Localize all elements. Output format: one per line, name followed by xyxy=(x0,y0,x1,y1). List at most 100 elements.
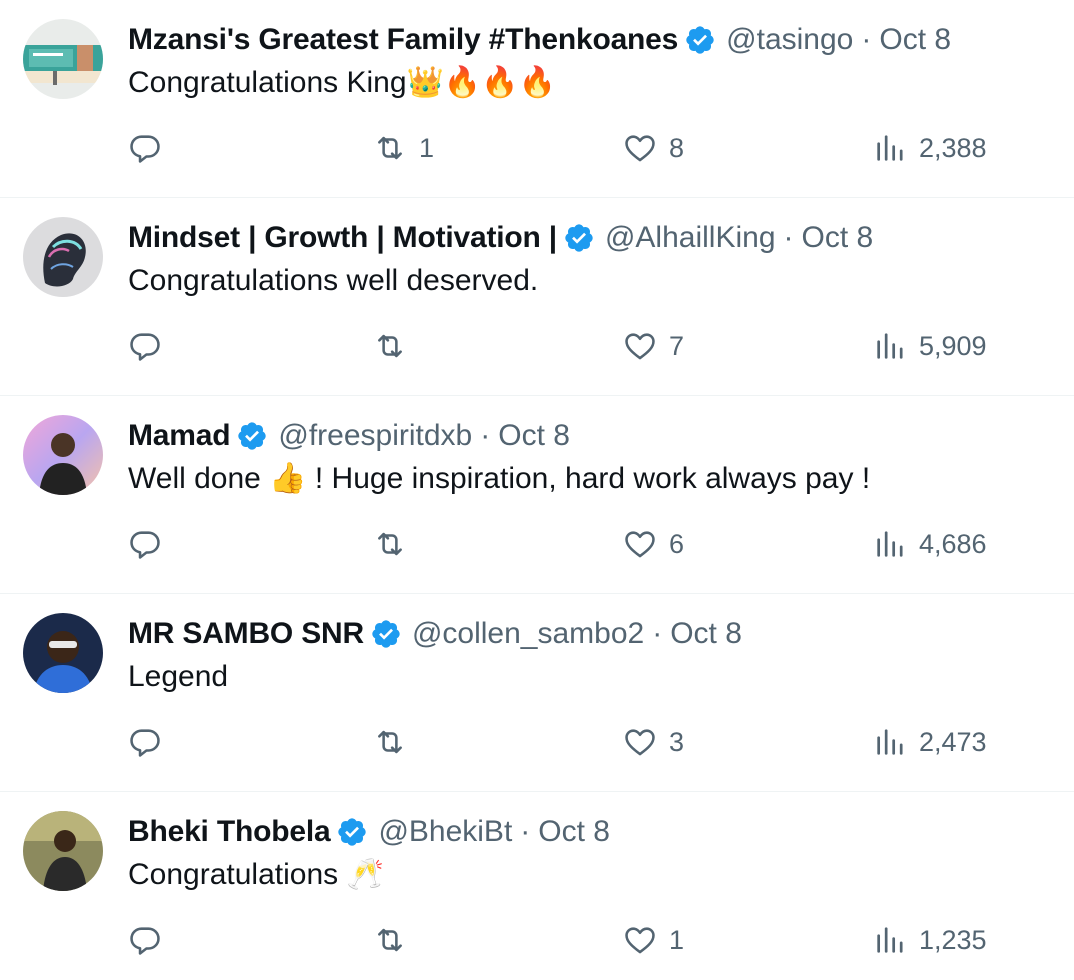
heart-icon xyxy=(623,527,657,561)
like-button[interactable]: 1 xyxy=(623,920,684,960)
reply-button[interactable] xyxy=(128,920,162,960)
tweet-header: Mindset | Growth | Motivation | @Alhaill… xyxy=(128,218,873,258)
retweet-icon xyxy=(373,131,407,165)
retweet-button[interactable] xyxy=(373,524,419,564)
separator-dot: · xyxy=(861,23,872,56)
action-bar: 1 1,235 xyxy=(128,920,1008,960)
retweet-button[interactable] xyxy=(373,722,419,762)
display-name[interactable]: Mzansi's Greatest Family #Thenkoanes xyxy=(128,23,678,57)
tweet-text: Congratulations 🥂 xyxy=(128,858,384,891)
avatar[interactable] xyxy=(23,613,103,693)
reply-icon xyxy=(128,329,162,363)
user-handle[interactable]: @freespiritdxb xyxy=(278,419,472,453)
tweet[interactable]: Bheki Thobela @BhekiBt · Oct 8 Congratul… xyxy=(0,792,1074,980)
tweet-date[interactable]: Oct 8 xyxy=(498,419,570,453)
views-chart-icon xyxy=(873,923,907,957)
retweet-count: 1 xyxy=(419,132,435,163)
tweet-header: MR SAMBO SNR @collen_sambo2 · Oct 8 xyxy=(128,614,742,654)
user-handle[interactable]: @collen_sambo2 xyxy=(412,617,644,651)
tweet[interactable]: MR SAMBO SNR @collen_sambo2 · Oct 8 Lege… xyxy=(0,594,1074,792)
tweet-text: Legend xyxy=(128,660,229,693)
tweet[interactable]: Mindset | Growth | Motivation | @Alhaill… xyxy=(0,198,1074,396)
heart-icon xyxy=(623,923,657,957)
retweet-button[interactable]: 1 xyxy=(373,128,434,168)
verified-badge-icon xyxy=(684,24,716,56)
action-bar: 3 2,473 xyxy=(128,722,1008,762)
display-name[interactable]: Mamad xyxy=(128,419,231,453)
display-name[interactable]: Bheki Thobela xyxy=(128,815,331,849)
heart-icon xyxy=(623,725,657,759)
tweet[interactable]: Mzansi's Greatest Family #Thenkoanes @ta… xyxy=(0,0,1074,198)
verified-badge-icon xyxy=(236,420,268,452)
views-count: 2,473 xyxy=(919,726,987,757)
separator-dot: · xyxy=(652,617,663,650)
tweet-date[interactable]: Oct 8 xyxy=(538,815,610,849)
views-count: 5,909 xyxy=(919,330,987,361)
action-bar: 6 4,686 xyxy=(128,524,1008,564)
like-button[interactable]: 6 xyxy=(623,524,684,564)
reply-button[interactable] xyxy=(128,326,162,366)
reply-button[interactable] xyxy=(128,128,162,168)
verified-badge-icon xyxy=(563,222,595,254)
views-button[interactable]: 4,686 xyxy=(873,524,987,564)
views-button[interactable]: 1,235 xyxy=(873,920,987,960)
tweet-text: Well done 👍 ! Huge inspiration, hard wor… xyxy=(128,462,871,495)
reply-icon xyxy=(128,131,162,165)
avatar[interactable] xyxy=(23,19,103,99)
reply-button[interactable] xyxy=(128,524,162,564)
views-chart-icon xyxy=(873,329,907,363)
avatar[interactable] xyxy=(23,415,103,495)
tweet-text: Congratulations King👑🔥🔥🔥 xyxy=(128,66,556,99)
replies-feed: Mzansi's Greatest Family #Thenkoanes @ta… xyxy=(0,0,1074,980)
retweet-icon xyxy=(373,923,407,957)
like-count: 1 xyxy=(669,924,685,955)
verified-badge-icon xyxy=(370,618,402,650)
reply-icon xyxy=(128,923,162,957)
display-name[interactable]: Mindset | Growth | Motivation | xyxy=(128,221,557,255)
user-handle[interactable]: @AlhaillKing xyxy=(605,221,776,255)
tweet[interactable]: Mamad @freespiritdxb · Oct 8 Well done 👍… xyxy=(0,396,1074,594)
heart-icon xyxy=(623,329,657,363)
user-handle[interactable]: @BhekiBt xyxy=(378,815,512,849)
reply-icon xyxy=(128,527,162,561)
tweet-header: Bheki Thobela @BhekiBt · Oct 8 xyxy=(128,812,610,852)
retweet-icon xyxy=(373,725,407,759)
views-chart-icon xyxy=(873,131,907,165)
retweet-button[interactable] xyxy=(373,920,419,960)
separator-dot: · xyxy=(783,221,794,254)
action-bar: 1 8 2,388 xyxy=(128,128,1008,168)
views-count: 1,235 xyxy=(919,924,987,955)
views-count: 4,686 xyxy=(919,528,987,559)
retweet-button[interactable] xyxy=(373,326,419,366)
retweet-icon xyxy=(373,329,407,363)
avatar[interactable] xyxy=(23,811,103,891)
like-count: 8 xyxy=(669,132,685,163)
tweet-header: Mzansi's Greatest Family #Thenkoanes @ta… xyxy=(128,20,951,60)
like-count: 3 xyxy=(669,726,685,757)
heart-icon xyxy=(623,131,657,165)
views-button[interactable]: 2,388 xyxy=(873,128,987,168)
views-button[interactable]: 5,909 xyxy=(873,326,987,366)
like-button[interactable]: 8 xyxy=(623,128,684,168)
like-button[interactable]: 3 xyxy=(623,722,684,762)
views-button[interactable]: 2,473 xyxy=(873,722,987,762)
avatar[interactable] xyxy=(23,217,103,297)
user-handle[interactable]: @tasingo xyxy=(726,23,853,57)
tweet-text: Congratulations well deserved. xyxy=(128,264,539,297)
separator-dot: · xyxy=(520,815,531,848)
action-bar: 7 5,909 xyxy=(128,326,1008,366)
tweet-header: Mamad @freespiritdxb · Oct 8 xyxy=(128,416,570,456)
views-chart-icon xyxy=(873,527,907,561)
views-chart-icon xyxy=(873,725,907,759)
like-button[interactable]: 7 xyxy=(623,326,684,366)
tweet-date[interactable]: Oct 8 xyxy=(802,221,874,255)
retweet-icon xyxy=(373,527,407,561)
tweet-date[interactable]: Oct 8 xyxy=(670,617,742,651)
separator-dot: · xyxy=(480,419,491,452)
display-name[interactable]: MR SAMBO SNR xyxy=(128,617,364,651)
reply-button[interactable] xyxy=(128,722,162,762)
verified-badge-icon xyxy=(336,816,368,848)
tweet-date[interactable]: Oct 8 xyxy=(879,23,951,57)
like-count: 6 xyxy=(669,528,685,559)
views-count: 2,388 xyxy=(919,132,987,163)
